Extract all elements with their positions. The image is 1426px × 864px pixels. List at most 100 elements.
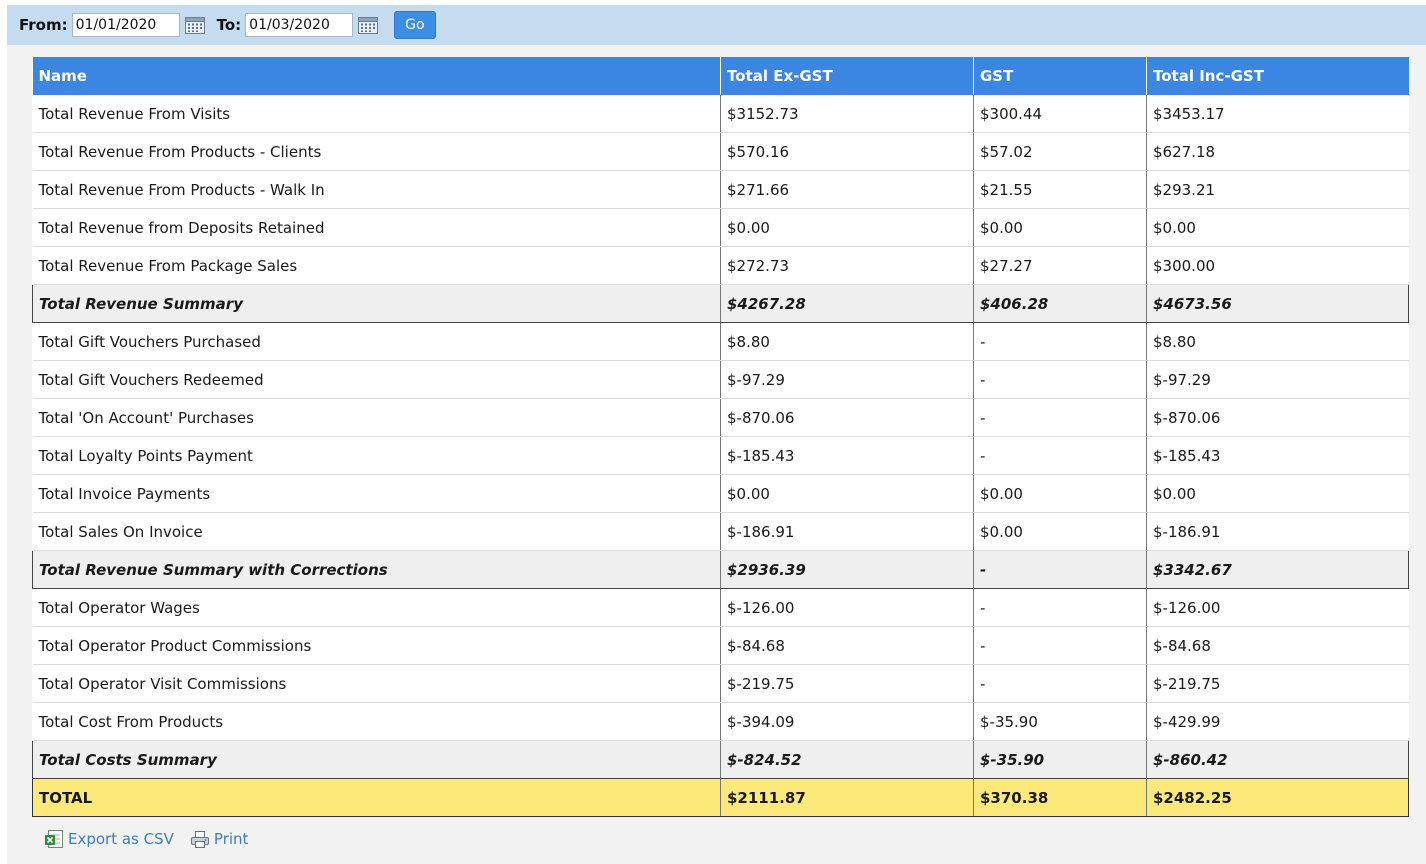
calendar-icon[interactable] [184, 16, 205, 34]
table-row: Total Operator Wages $-126.00- $-126.00 [32, 588, 1409, 627]
ex-gst-cell: $-870.06 [720, 398, 974, 437]
gst-cell: - [973, 322, 1147, 361]
gst-cell: $300.44 [973, 95, 1147, 133]
name-cell: Total Costs Summary [32, 740, 721, 779]
inc-gst-cell: $2482.25 [1146, 778, 1409, 817]
ex-gst-cell: $-185.43 [720, 436, 974, 475]
gst-cell: - [973, 550, 1147, 589]
name-cell: Total 'On Account' Purchases [32, 398, 721, 437]
summary-row: Total Costs Summary $-824.52 $-35.90 $-860.… [32, 740, 1409, 779]
name-cell: TOTAL [32, 778, 721, 817]
summary-row: Total Revenue Summary $4267.28 $406.28 $467… [32, 284, 1409, 323]
inc-gst-cell: $3342.67 [1146, 550, 1409, 589]
inc-gst-cell: $-97.29 [1146, 360, 1409, 399]
inc-gst-cell: $0.00 [1146, 474, 1409, 513]
from-date-input[interactable] [71, 13, 180, 37]
inc-gst-cell: $-185.43 [1146, 436, 1409, 475]
name-cell: Total Operator Visit Commissions [32, 664, 721, 703]
table-row: Total Cost From Products $-394.09 $-35.90 $… [32, 702, 1409, 741]
gst-cell: - [973, 588, 1147, 627]
report-footer: Export as CSV Print [44, 829, 264, 849]
inc-gst-cell: $-186.91 [1146, 512, 1409, 551]
gst-cell: $-35.90 [973, 702, 1147, 741]
table-row: Total Operator Visit Commissions $-219.75… [32, 664, 1409, 703]
ex-gst-cell: $-186.91 [720, 512, 974, 551]
gst-cell: $370.38 [973, 778, 1147, 817]
gst-cell: $21.55 [973, 170, 1147, 209]
name-cell: Total Loyalty Points Payment [32, 436, 721, 475]
ex-gst-cell: $-84.68 [720, 626, 974, 665]
ex-gst-cell: $-824.52 [720, 740, 974, 779]
inc-gst-cell: $-429.99 [1146, 702, 1409, 741]
name-cell: Total Revenue Summary with Corrections [32, 550, 721, 589]
ex-gst-cell: $8.80 [720, 322, 974, 361]
total-row: TOTAL $2111.87 $370.38 $2482.25 [32, 778, 1409, 817]
name-cell: Total Gift Vouchers Purchased [32, 322, 721, 361]
export-csv-label: Export as CSV [68, 830, 174, 848]
column-header-name[interactable]: Name [32, 57, 721, 95]
inc-gst-cell: $-870.06 [1146, 398, 1409, 437]
table-row: Total Revenue From Products - Walk In $27… [32, 170, 1409, 209]
table-row: Total Revenue From Products - Clients $57… [32, 132, 1409, 171]
gst-cell: - [973, 436, 1147, 475]
report-table: Name Total Ex-GST GST Total Inc-GST Tota… [32, 57, 1409, 817]
go-button[interactable]: Go [394, 11, 436, 39]
inc-gst-cell: $-126.00 [1146, 588, 1409, 627]
column-header-ex-gst[interactable]: Total Ex-GST [720, 57, 974, 95]
ex-gst-cell: $-97.29 [720, 360, 974, 399]
inc-gst-cell: $-219.75 [1146, 664, 1409, 703]
ex-gst-cell: $-394.09 [720, 702, 974, 741]
ex-gst-cell: $-126.00 [720, 588, 974, 627]
gst-cell: $-35.90 [973, 740, 1147, 779]
name-cell: Total Cost From Products [32, 702, 721, 741]
export-csv-link[interactable]: Export as CSV [44, 829, 174, 849]
inc-gst-cell: $8.80 [1146, 322, 1409, 361]
name-cell: Total Invoice Payments [32, 474, 721, 513]
ex-gst-cell: $272.73 [720, 246, 974, 285]
printer-icon [190, 829, 210, 849]
gst-cell: $0.00 [973, 208, 1147, 247]
inc-gst-cell: $0.00 [1146, 208, 1409, 247]
ex-gst-cell: $271.66 [720, 170, 974, 209]
name-cell: Total Revenue From Package Sales [32, 246, 721, 285]
gst-cell: - [973, 626, 1147, 665]
excel-icon [44, 829, 64, 849]
gst-cell: $0.00 [973, 474, 1147, 513]
table-row: Total 'On Account' Purchases $-870.06- $-8… [32, 398, 1409, 437]
name-cell: Total Gift Vouchers Redeemed [32, 360, 721, 399]
column-header-inc-gst[interactable]: Total Inc-GST [1146, 57, 1409, 95]
calendar-icon[interactable] [358, 16, 379, 34]
column-header-gst[interactable]: GST [973, 57, 1147, 95]
report-table-body: Total Revenue From Visits $3152.73 $300.44… [32, 95, 1409, 817]
name-cell: Total Revenue From Products - Walk In [32, 170, 721, 209]
gst-cell: - [973, 664, 1147, 703]
to-date-input[interactable] [245, 13, 354, 37]
name-cell: Total Revenue from Deposits Retained [32, 208, 721, 247]
ex-gst-cell: $3152.73 [720, 95, 974, 133]
ex-gst-cell: $570.16 [720, 132, 974, 171]
name-cell: Total Operator Product Commissions [32, 626, 721, 665]
gst-cell: $406.28 [973, 284, 1147, 323]
table-row: Total Revenue from Deposits Retained $0.0… [32, 208, 1409, 247]
gst-cell: $57.02 [973, 132, 1147, 171]
ex-gst-cell: $4267.28 [720, 284, 974, 323]
table-row: Total Sales On Invoice $-186.91 $0.00 $-186… [32, 512, 1409, 551]
gst-cell: - [973, 398, 1147, 437]
from-label: From: [19, 16, 68, 34]
ex-gst-cell: $2936.39 [720, 550, 974, 589]
name-cell: Total Sales On Invoice [32, 512, 721, 551]
ex-gst-cell: $0.00 [720, 474, 974, 513]
inc-gst-cell: $-84.68 [1146, 626, 1409, 665]
print-link[interactable]: Print [190, 829, 248, 849]
inc-gst-cell: $-860.42 [1146, 740, 1409, 779]
table-row: Total Loyalty Points Payment $-185.43- $-1… [32, 436, 1409, 475]
summary-row: Total Revenue Summary with Corrections $2… [32, 550, 1409, 589]
table-row: Total Gift Vouchers Redeemed $-97.29- $-97… [32, 360, 1409, 399]
gst-cell: $0.00 [973, 512, 1147, 551]
table-row: Total Invoice Payments $0.00 $0.00 $0.00 [32, 474, 1409, 513]
table-row: Total Operator Product Commissions $-84.6… [32, 626, 1409, 665]
to-label: To: [216, 16, 242, 34]
gst-cell: - [973, 360, 1147, 399]
name-cell: Total Revenue From Visits [32, 95, 721, 133]
date-filter-bar: From: To: Go [7, 5, 1426, 45]
